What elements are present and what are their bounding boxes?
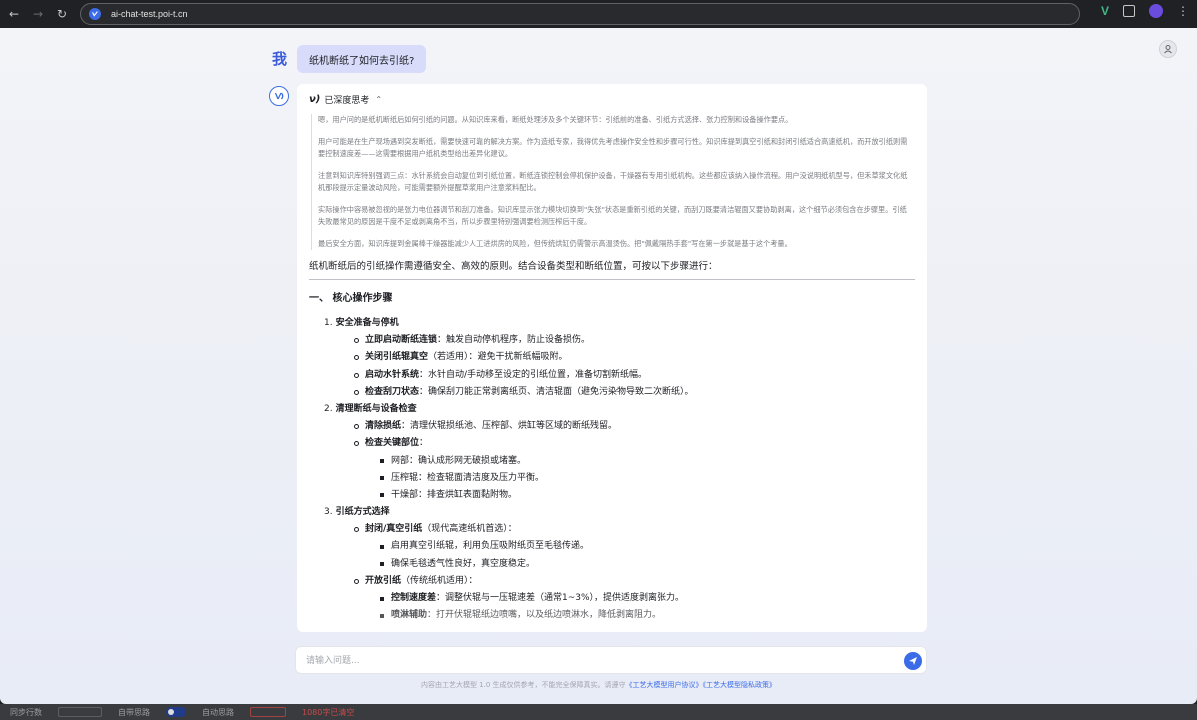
list-subitem: 启用真空引纸辊，利用负压吸附纸页至毛毯传递。	[324, 538, 915, 555]
list-item: 检查刮刀状态 ：确保刮刀能正常剥离纸页、清洁辊面（避免污染物导致二次断纸）。	[324, 384, 915, 401]
list-item: 开放引纸 （传统纸机适用）：	[324, 573, 915, 590]
thinking-title: 已深度思考	[324, 95, 370, 106]
user-account-icon[interactable]	[1159, 40, 1177, 58]
thinking-paragraph: 最后安全方面，知识库提到金属棒干燥器能减少人工进烘房的风险，但传统烘缸仍需警示高…	[318, 239, 792, 248]
strip-warning: 1080字已清空	[302, 707, 355, 717]
list-subitem: 确保毛毯透气性良好，真空度稳定。	[324, 556, 915, 573]
answer-intro: 纸机断纸后的引纸操作需遵循安全、高效的原则。结合设备类型和断纸位置，可按以下步骤…	[309, 261, 718, 272]
list-subitem: 喷淋辅助 ：打开伏辊辊纸边喷嘴，以及纸边喷淋水，降低剥离阻力。	[324, 607, 915, 624]
strip-select[interactable]	[58, 707, 102, 717]
user-agreement-link[interactable]: 《工艺大模型用户协议》	[626, 681, 703, 689]
step-title: 1. 安全准备与停机	[324, 318, 399, 328]
privacy-policy-link[interactable]: 《工艺大模型隐私政策》	[703, 681, 777, 689]
thinking-logo-icon: ν)	[309, 93, 321, 105]
send-icon	[909, 657, 917, 665]
strip-button[interactable]	[250, 707, 286, 717]
strip-toggle2-label: 自动思路	[202, 707, 234, 717]
browser-toolbar: ← → ↻ ai-chat-test.poi-t.cn V ⋮	[0, 0, 1197, 28]
list-item: 立即启动断纸连锁 ：触发自动停机程序，防止设备损伤。	[324, 332, 915, 349]
step-title: 3. 引纸方式选择	[324, 507, 390, 518]
list-subitem: 网部：确认成形网无破损或堵塞。	[324, 453, 915, 470]
disclaimer: 内容由工艺大模型 1.0 生成仅供参考，不能完全保障真实。请遵守《工艺大模型用户…	[420, 681, 777, 689]
strip-toggle-label: 自带思路	[118, 707, 150, 717]
back-icon[interactable]: ←	[4, 4, 24, 24]
thinking-paragraph: 用户可能是在生产现场遇到突发断纸，需要快速可靠的解决方案。作为造纸专家，我得优先…	[318, 137, 908, 158]
vue-devtools-icon[interactable]: V	[1101, 4, 1109, 18]
list-item: 清除损纸 ：清理伏辊损纸池、压榨部、烘缸等区域的断纸残留。	[324, 418, 915, 435]
list-subitem: 压榨辊：检查辊面清洁度及压力平衡。	[324, 470, 915, 487]
assistant-logo-icon	[269, 86, 289, 106]
strip-label: 同步行数	[10, 707, 42, 717]
list-item: 封闭/真空引纸 （现代高速纸机首选）：	[324, 521, 915, 538]
strip-toggle[interactable]	[166, 707, 186, 717]
address-bar[interactable]: ai-chat-test.poi-t.cn	[80, 3, 1080, 25]
user-question-bubble: 纸机断纸了如何去引纸?	[297, 45, 427, 73]
extensions-icon[interactable]	[1123, 5, 1135, 17]
thinking-paragraph: 实际操作中容易被忽视的是张力电位器调节和刮刀准备。知识库显示张力模块切换到"失张…	[318, 205, 907, 226]
more-menu-icon[interactable]: ⋮	[1177, 5, 1189, 17]
thinking-paragraph: 嗯，用户问的是纸机断纸后如何引纸的问题。从知识库来看，断纸处理涉及多个关键环节：…	[318, 115, 793, 124]
list-subitem: 干燥部：排查烘缸表面黏附物。	[324, 487, 915, 504]
reload-icon[interactable]: ↻	[52, 4, 72, 24]
steps-list: 1. 安全准备与停机 立即启动断纸连锁 ：触发自动停机程序，防止设备损伤。 关闭引纸…	[309, 315, 915, 624]
thinking-toggle[interactable]: ν) 已深度思考 ⌃	[309, 92, 915, 106]
chevron-up-icon: ⌃	[375, 94, 383, 104]
profile-avatar[interactable]	[1149, 4, 1163, 18]
user-label: 我	[272, 50, 288, 68]
list-item: 启动水针系统 ：水针自动/手动移至设定的引纸位置，准备切割新纸幅。	[324, 367, 915, 384]
assistant-answer: ν) 已深度思考 ⌃ 嗯，用户问的是纸机断纸后如何引纸的问题。从知识库来看，断纸…	[297, 84, 927, 632]
list-item: 关闭引纸辊真空 （若适用）：避免干扰新纸幅吸附。	[324, 349, 915, 366]
question-input[interactable]	[306, 653, 886, 669]
section-title: 一、 核心操作步骤	[309, 293, 393, 304]
chat-page: 我 纸机断纸了如何去引纸? ν) 已深度思考 ⌃ 嗯，用户问的是纸机断纸后如何引…	[0, 28, 1197, 704]
thinking-paragraph: 注意到知识库特别强调三点：水针系统会自动复位到引纸位置，断纸连锁控制会停机保护设…	[318, 171, 908, 192]
divider	[309, 279, 915, 280]
question-input-box	[295, 646, 927, 674]
underlying-window-strip: 同步行数 自带思路 自动思路 1080字已清空	[0, 704, 1197, 720]
url-text: ai-chat-test.poi-t.cn	[111, 9, 188, 19]
site-icon	[89, 8, 101, 20]
forward-icon[interactable]: →	[28, 4, 48, 24]
list-item: 检查关键部位：	[324, 435, 915, 452]
list-subitem: 控制速度差 ：调整伏辊与一压辊速差（通常1~3%），提供适度剥离张力。	[324, 590, 915, 607]
step-title: 2. 清理断纸与设备检查	[324, 403, 417, 414]
send-button[interactable]	[904, 652, 922, 670]
thinking-content: 嗯，用户问的是纸机断纸后如何引纸的问题。从知识库来看，断纸处理涉及多个关键环节：…	[311, 114, 913, 250]
